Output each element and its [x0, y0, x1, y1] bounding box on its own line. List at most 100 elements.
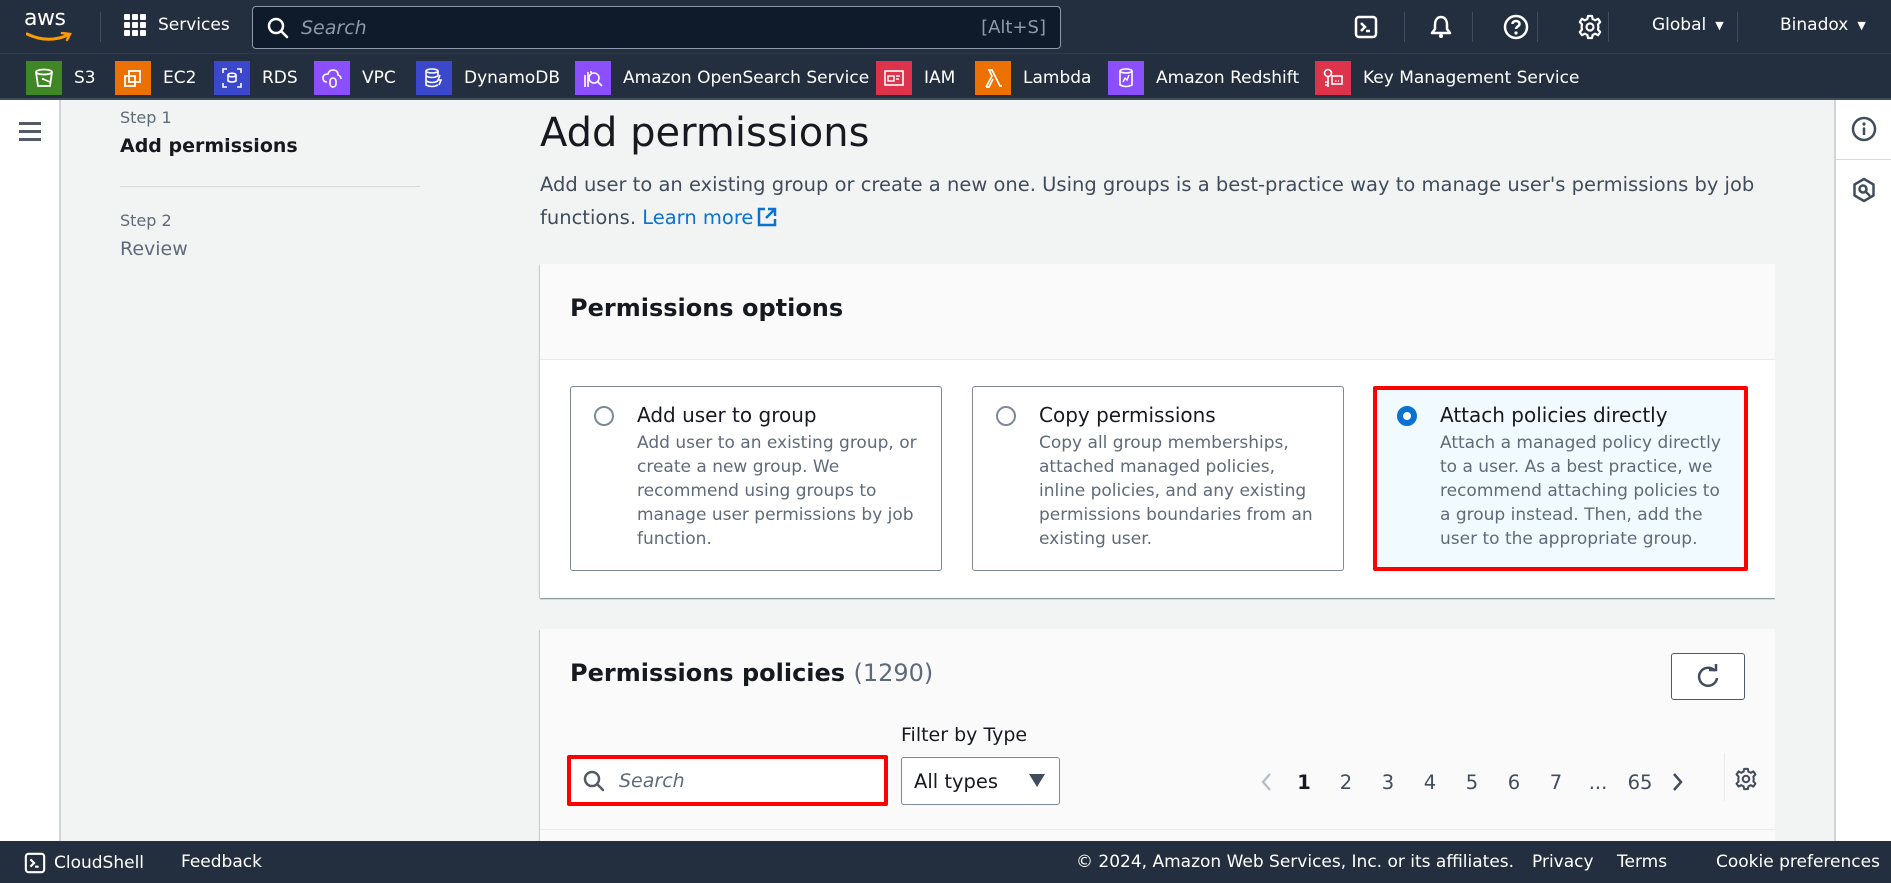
menu-toggle-icon[interactable] — [19, 122, 41, 141]
help-icon — [1503, 14, 1529, 40]
step-1[interactable]: Step 1 Add permissions — [120, 108, 420, 157]
favorite-lambda[interactable]: Lambda — [975, 61, 1091, 95]
radio-button[interactable] — [996, 406, 1016, 426]
wizard-steps: Step 1 Add permissions Step 2 Review — [120, 108, 420, 260]
info-panel-button[interactable] — [1849, 114, 1879, 144]
favorite-redshift[interactable]: Amazon Redshift — [1108, 61, 1299, 95]
footer-privacy-link[interactable]: Privacy — [1532, 852, 1594, 872]
favorite-rds[interactable]: RDS — [214, 61, 298, 95]
policies-heading-text: Permissions policies — [570, 659, 846, 687]
option-title: Add user to group — [637, 403, 817, 427]
cloudshell-label: CloudShell — [54, 853, 145, 873]
filter-type-select[interactable]: All types — [901, 757, 1060, 805]
favorite-ec2[interactable]: EC2 — [115, 61, 196, 95]
page-6-button[interactable]: 6 — [1493, 771, 1535, 794]
policies-search-input[interactable] — [619, 769, 859, 792]
panel-header: Permissions options — [540, 264, 1775, 360]
favorite-iam[interactable]: IAM — [876, 61, 955, 95]
global-search[interactable]: [Alt+S] — [252, 6, 1061, 49]
favorite-label: Key Management Service — [1363, 68, 1580, 88]
services-grid-icon — [124, 14, 146, 36]
table-header-divider — [540, 829, 1775, 830]
favorite-opensearch[interactable]: Amazon OpenSearch Service — [575, 61, 869, 95]
option-description: Add user to an existing group, or create… — [637, 433, 917, 549]
aws-smile-icon — [26, 32, 72, 42]
help-button[interactable] — [1501, 12, 1531, 42]
aws-logo[interactable]: aws — [24, 8, 76, 44]
feedback-label: Feedback — [181, 852, 262, 872]
pagination: 1 2 3 4 5 6 7 ... 65 — [1249, 762, 1695, 802]
external-link-icon — [758, 207, 777, 227]
global-search-input[interactable] — [301, 16, 901, 39]
nav-divider — [1608, 12, 1609, 42]
bell-icon — [1430, 15, 1452, 38]
option-attach-policies-directly[interactable]: Attach policies directly Attach a manage… — [1373, 386, 1748, 571]
settings-button[interactable] — [1575, 12, 1605, 42]
filter-type-value: All types — [914, 769, 999, 793]
search-icon — [583, 770, 605, 791]
option-copy-permissions[interactable]: Copy permissions Copy all group membersh… — [972, 386, 1344, 571]
dynamodb-icon — [416, 61, 452, 95]
favorite-kms[interactable]: Key Management Service — [1315, 61, 1579, 95]
redshift-icon — [1108, 61, 1144, 95]
account-menu[interactable]: Binadox ▼ — [1780, 15, 1866, 35]
step-2[interactable]: Step 2 Review — [120, 211, 420, 260]
page-description: Add user to an existing group or create … — [540, 168, 1770, 234]
footer: CloudShell Feedback © 2024, Amazon Web S… — [0, 841, 1891, 883]
notifications-button[interactable] — [1426, 12, 1456, 42]
opensearch-icon — [575, 61, 611, 95]
gear-icon — [1578, 14, 1602, 40]
favorite-s3[interactable]: S3 — [26, 61, 96, 95]
rail-divider — [1836, 159, 1891, 160]
favorite-label: EC2 — [163, 68, 197, 88]
nav-divider — [1472, 12, 1473, 42]
next-page-button[interactable] — [1661, 772, 1695, 792]
s3-bucket-icon — [26, 61, 62, 95]
step-divider — [120, 186, 420, 187]
footer-cookie-preferences-link[interactable]: Cookie preferences — [1716, 852, 1880, 872]
option-title: Copy permissions — [1039, 403, 1216, 427]
services-menu-button[interactable]: Services — [124, 14, 230, 36]
nav-divider — [1537, 12, 1538, 42]
radio-button-selected[interactable] — [1397, 406, 1417, 426]
table-preferences-button[interactable] — [1734, 767, 1758, 795]
footer-terms-link[interactable]: Terms — [1617, 852, 1667, 872]
page-65-button[interactable]: 65 — [1619, 771, 1661, 794]
step-title: Review — [120, 238, 188, 260]
kms-key-icon — [1315, 61, 1351, 95]
cloudshell-icon — [24, 852, 46, 874]
option-add-user-to-group[interactable]: Add user to group Add user to an existin… — [570, 386, 942, 571]
terms-label: Terms — [1617, 852, 1668, 872]
page-7-button[interactable]: 7 — [1535, 771, 1577, 794]
page-1-button[interactable]: 1 — [1283, 771, 1325, 794]
lambda-icon — [975, 61, 1011, 95]
permissions-options-panel: Permissions options Add user to group Ad… — [540, 264, 1775, 598]
nav-divider — [1737, 12, 1738, 42]
page-3-button[interactable]: 3 — [1367, 771, 1409, 794]
previous-page-button[interactable] — [1249, 772, 1283, 792]
favorite-label: S3 — [74, 68, 96, 88]
security-panel-button[interactable] — [1849, 175, 1879, 205]
region-label: Global — [1652, 15, 1707, 35]
filter-by-type-label: Filter by Type — [901, 724, 1028, 746]
learn-more-label: Learn more — [642, 206, 754, 229]
page-5-button[interactable]: 5 — [1451, 771, 1493, 794]
favorite-vpc[interactable]: VPC — [314, 61, 396, 95]
footer-cloudshell-button[interactable]: CloudShell — [24, 852, 144, 874]
footer-feedback-link[interactable]: Feedback — [181, 852, 262, 872]
hexagon-search-icon — [1853, 177, 1875, 203]
option-title: Attach policies directly — [1440, 403, 1668, 427]
page-2-button[interactable]: 2 — [1325, 771, 1367, 794]
radio-button[interactable] — [594, 406, 614, 426]
favorite-label: Amazon Redshift — [1156, 68, 1300, 88]
permissions-options-body: Add user to group Add user to an existin… — [540, 360, 1775, 597]
refresh-button[interactable] — [1671, 653, 1745, 700]
step-number: Step 2 — [120, 211, 172, 230]
policies-search[interactable] — [567, 755, 888, 806]
favorite-dynamodb[interactable]: DynamoDB — [416, 61, 560, 95]
learn-more-link[interactable]: Learn more — [642, 206, 777, 229]
page-4-button[interactable]: 4 — [1409, 771, 1451, 794]
cloudshell-button[interactable] — [1351, 12, 1381, 42]
favorite-label: Amazon OpenSearch Service — [623, 68, 870, 88]
region-selector[interactable]: Global ▼ — [1652, 15, 1724, 35]
